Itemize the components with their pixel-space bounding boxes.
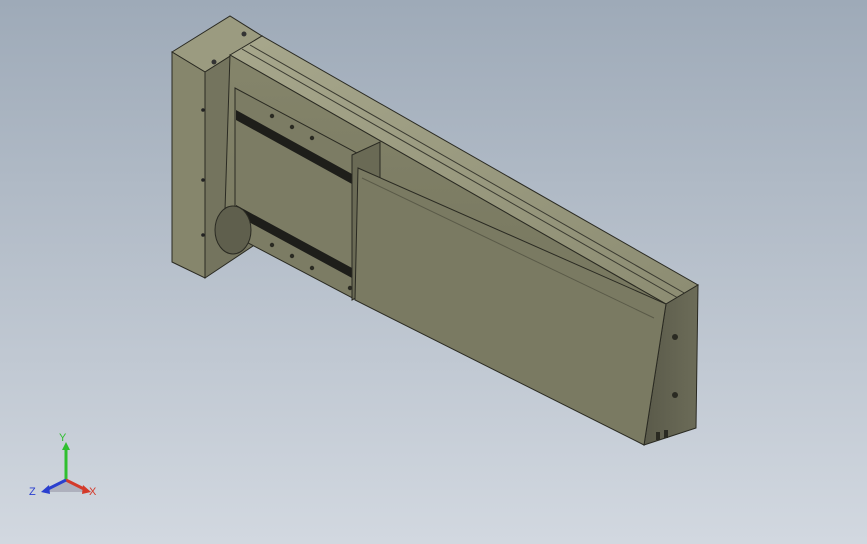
y-axis-label: Y: [59, 432, 67, 444]
linear-actuator-model[interactable]: [0, 0, 867, 544]
z-axis-arrowhead: [41, 485, 50, 494]
z-axis-label: Z: [29, 486, 36, 498]
graphics-viewport[interactable]: Y X Z: [0, 0, 867, 544]
x-axis-label: X: [89, 486, 97, 498]
